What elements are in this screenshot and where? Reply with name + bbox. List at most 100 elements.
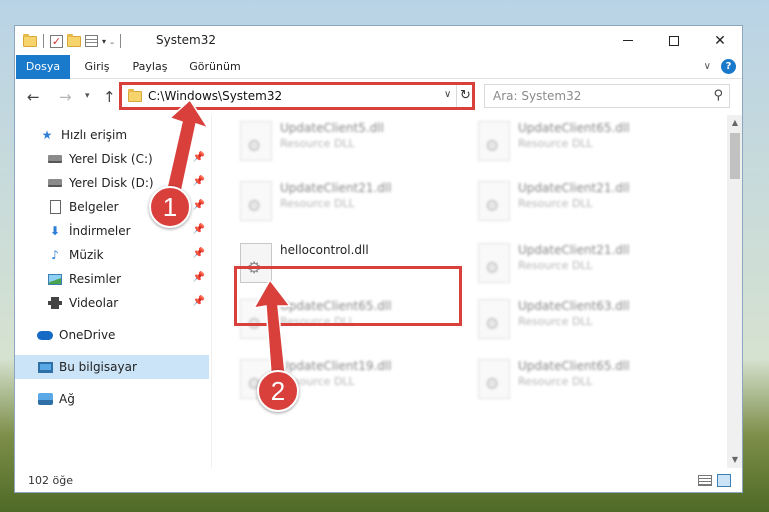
new-folder-icon[interactable] — [67, 33, 81, 47]
dll-file-icon — [478, 121, 510, 161]
pin-icon: 📌 — [192, 224, 205, 235]
scroll-up-icon[interactable]: ▲ — [727, 115, 742, 131]
large-icons-view-icon[interactable] — [717, 474, 731, 487]
file-item[interactable]: UpdateClient5.dll Resource DLL — [232, 115, 462, 169]
tab-share[interactable]: Paylaş — [129, 55, 171, 79]
file-name: UpdateClient65.dll — [518, 359, 630, 373]
sidebar-item-label: Yerel Disk (C:) — [69, 152, 153, 166]
computer-icon — [37, 360, 53, 374]
explorer-window: ✓ ▾ ₌ System32 ✕ Dosya Giriş Paylaş Görü… — [14, 25, 743, 493]
recent-locations-icon[interactable]: ▾ — [85, 91, 90, 101]
file-type: Resource DLL — [280, 197, 355, 210]
search-placeholder: Ara: System32 — [493, 89, 582, 103]
dll-file-icon — [478, 243, 510, 283]
pin-icon: 📌 — [192, 272, 205, 283]
sidebar-item-label: Müzik — [69, 248, 104, 262]
disk-icon — [47, 152, 63, 166]
help-icon[interactable]: ? — [721, 59, 736, 74]
sidebar-item-label: İndirmeler — [69, 224, 131, 238]
document-icon — [47, 200, 63, 214]
file-item[interactable]: UpdateClient63.dll Resource DLL — [470, 293, 700, 347]
music-icon: ♪ — [51, 248, 59, 262]
minimize-icon — [623, 40, 633, 41]
item-count: 102 öğe — [28, 474, 73, 487]
search-box[interactable]: Ara: System32 ⚲ — [484, 84, 730, 108]
file-highlight-box — [234, 266, 462, 326]
sidebar-item-local-disk-c[interactable]: Yerel Disk (C:) 📌 — [15, 147, 209, 171]
sidebar-item-music[interactable]: ♪ Müzik 📌 — [15, 243, 209, 267]
navigation-bar: ← → ▾ ↑ C:\Windows\System32 ∨ ↻ Ara: Sys… — [15, 79, 742, 115]
quick-access-toolbar: ✓ ▾ ₌ — [23, 32, 123, 50]
file-type: Resource DLL — [280, 137, 355, 150]
search-icon[interactable]: ⚲ — [713, 88, 723, 103]
sidebar-item-pictures[interactable]: Resimler 📌 — [15, 267, 209, 291]
customize-qat-icon[interactable]: ₌ — [110, 37, 114, 46]
network-icon — [37, 392, 53, 406]
file-list: UpdateClient5.dll Resource DLL UpdateCli… — [212, 115, 727, 468]
file-name: UpdateClient63.dll — [518, 299, 630, 313]
back-arrow-icon[interactable]: ← — [27, 88, 40, 106]
pin-icon: 📌 — [192, 200, 205, 211]
close-icon: ✕ — [714, 32, 726, 49]
file-name: UpdateClient21.dll — [518, 181, 630, 195]
file-name: UpdateClient5.dll — [280, 121, 384, 135]
up-arrow-icon[interactable]: ↑ — [103, 88, 116, 106]
pin-icon: 📌 — [192, 248, 205, 259]
tab-file[interactable]: Dosya — [16, 55, 70, 79]
sidebar-item-quick-access[interactable]: ★ Hızlı erişim — [15, 123, 209, 147]
navigation-pane: ★ Hızlı erişim Yerel Disk (C:) 📌 Yerel D… — [15, 115, 211, 468]
file-name: UpdateClient19.dll — [280, 359, 392, 373]
step-2-badge: 2 — [257, 370, 299, 412]
sidebar-item-label: Resimler — [69, 272, 122, 286]
download-icon: ⬇ — [49, 224, 61, 238]
sidebar-item-network[interactable]: Ağ — [15, 387, 209, 411]
scroll-thumb[interactable] — [730, 133, 740, 179]
cloud-icon — [37, 328, 53, 342]
dll-file-icon — [240, 121, 272, 161]
ribbon-tabs: Dosya Giriş Paylaş Görünüm ∨ ? — [15, 55, 742, 79]
expand-ribbon-icon[interactable]: ∨ — [704, 61, 711, 72]
properties-check-icon[interactable]: ✓ — [50, 34, 63, 48]
file-name: UpdateClient65.dll — [518, 121, 630, 135]
close-button[interactable]: ✕ — [697, 26, 742, 55]
file-item[interactable]: UpdateClient21.dll Resource DLL — [470, 237, 700, 291]
pin-icon: 📌 — [192, 176, 205, 187]
sidebar-item-label: Bu bilgisayar — [59, 360, 137, 374]
pictures-icon — [47, 272, 63, 286]
file-item[interactable]: UpdateClient65.dll Resource DLL — [470, 353, 700, 407]
minimize-button[interactable] — [605, 26, 651, 55]
sidebar-item-onedrive[interactable]: OneDrive — [15, 323, 209, 347]
file-type: Resource DLL — [518, 315, 593, 328]
scroll-down-icon[interactable]: ▼ — [727, 452, 742, 468]
maximize-icon — [669, 35, 679, 46]
star-icon: ★ — [41, 128, 53, 142]
tab-view[interactable]: Görünüm — [187, 55, 243, 79]
file-item[interactable]: UpdateClient21.dll Resource DLL — [470, 175, 700, 229]
vertical-scrollbar[interactable]: ▲ ▼ — [727, 115, 742, 468]
status-bar: 102 öğe — [15, 468, 742, 492]
title-bar: ✓ ▾ ₌ System32 ✕ — [15, 26, 742, 55]
sidebar-item-label: OneDrive — [59, 328, 116, 342]
dll-file-icon — [478, 181, 510, 221]
videos-icon — [47, 296, 63, 310]
dll-file-icon — [478, 299, 510, 339]
tab-home[interactable]: Giriş — [79, 55, 115, 79]
disk-icon — [47, 176, 63, 190]
file-item[interactable]: UpdateClient65.dll Resource DLL — [470, 115, 700, 169]
file-type: Resource DLL — [518, 137, 593, 150]
sidebar-item-videos[interactable]: Videolar 📌 — [15, 291, 209, 315]
file-name: UpdateClient21.dll — [280, 181, 392, 195]
sidebar-item-label: Videolar — [69, 296, 119, 310]
ribbon-right: ∨ ? — [704, 59, 736, 74]
sidebar-item-label: Hızlı erişim — [61, 128, 128, 142]
sidebar-item-label: Ağ — [59, 392, 75, 406]
file-item[interactable]: UpdateClient21.dll Resource DLL — [232, 175, 462, 229]
maximize-button[interactable] — [651, 26, 697, 55]
details-view-icon[interactable] — [698, 475, 712, 486]
chevron-down-icon[interactable]: ▾ — [102, 37, 106, 46]
window-title: System32 — [156, 33, 217, 47]
forward-arrow-icon[interactable]: → — [59, 88, 72, 106]
file-type: Resource DLL — [518, 197, 593, 210]
sidebar-item-this-pc[interactable]: Bu bilgisayar — [15, 355, 209, 379]
rename-icon[interactable] — [85, 35, 98, 47]
